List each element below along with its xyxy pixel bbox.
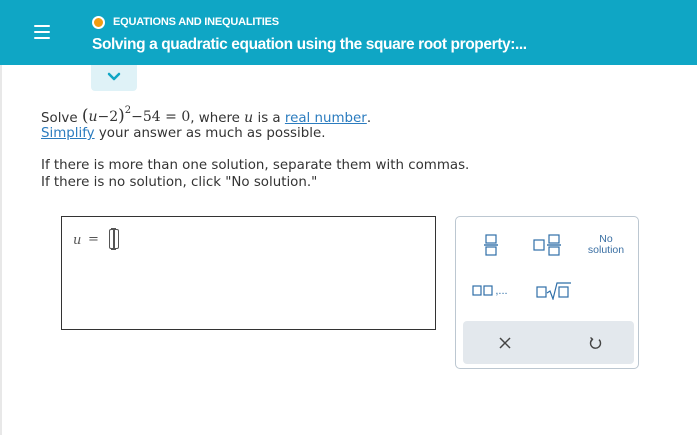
topic-label: EQUATIONS AND INEQUALITIES (113, 16, 279, 28)
answer-variable-label: u (73, 233, 82, 248)
where-variable: u (244, 110, 254, 126)
answer-input-area[interactable]: u = (61, 216, 436, 330)
hamburger-menu-icon[interactable] (0, 0, 80, 65)
mixed-number-icon (533, 234, 561, 256)
page-title: Solving a quadratic equation using the s… (92, 36, 527, 53)
math-keypad: No solution ,... (455, 216, 639, 369)
clear-button[interactable] (491, 329, 519, 357)
where-text: , where (190, 111, 240, 126)
mixed-number-button[interactable] (530, 231, 566, 259)
answer-equals-sign: = (88, 232, 99, 247)
text-cursor (111, 228, 116, 250)
left-divider (0, 65, 2, 435)
square-root-icon (536, 282, 571, 300)
undo-button[interactable] (581, 329, 609, 357)
topic-status-dot (92, 15, 105, 29)
keypad-action-bar (463, 321, 634, 364)
list-comma-label: ,... (495, 285, 508, 297)
expand-toggle-button[interactable] (91, 65, 137, 91)
list-button[interactable]: ,... (468, 279, 512, 303)
square-root-button[interactable] (532, 279, 576, 303)
answer-input-slot[interactable] (109, 228, 119, 250)
topic-row: EQUATIONS AND INEQUALITIES (92, 14, 279, 30)
clear-x-icon (499, 337, 511, 349)
fraction-icon (484, 234, 498, 256)
simplify-rest-text: your answer as much as possible. (98, 126, 326, 141)
instruction-line-2: If there is no solution, click "No solut… (41, 175, 318, 190)
instruction-line-1: If there is more than one solution, sepa… (41, 158, 470, 173)
equation: (u−2)2−54 = 0 (81, 105, 191, 126)
is-a-text: is a (257, 111, 281, 126)
solve-word: Solve (41, 111, 78, 126)
no-solution-label-line2: solution (587, 244, 625, 256)
no-solution-button[interactable]: No solution (582, 231, 630, 259)
header-bar: EQUATIONS AND INEQUALITIES Solving a qua… (0, 0, 697, 65)
list-comma-icon (472, 285, 493, 296)
real-number-link[interactable]: real number (285, 111, 367, 126)
instructions: If there is more than one solution, sepa… (41, 157, 469, 191)
simplify-link[interactable]: Simplify (41, 126, 95, 141)
chevron-down-icon (107, 72, 121, 81)
fraction-button[interactable] (478, 231, 504, 259)
undo-icon (589, 336, 602, 349)
